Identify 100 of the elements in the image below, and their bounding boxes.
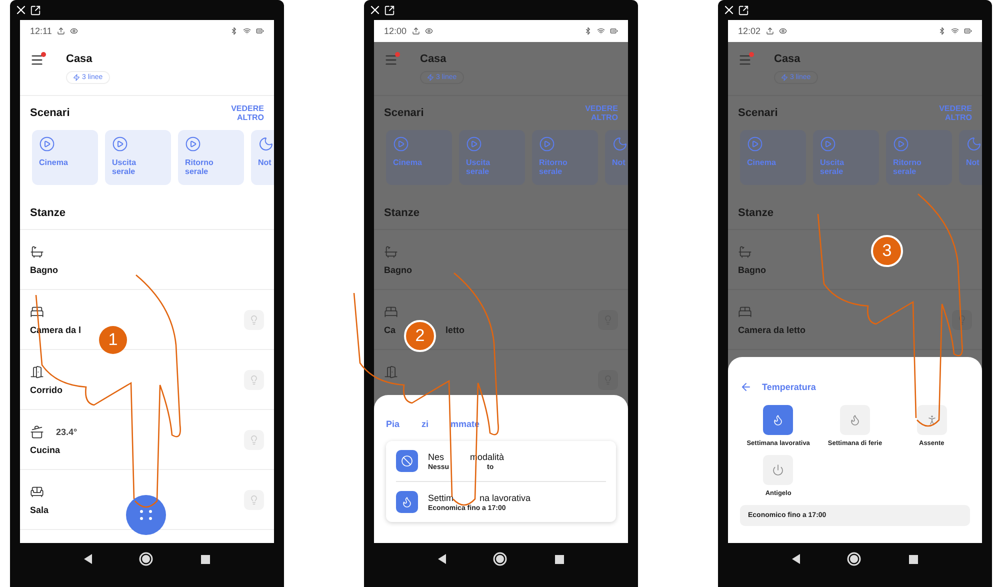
status-time: 12:02 (738, 26, 761, 36)
upload-icon (56, 27, 65, 35)
room-row[interactable]: Bagno (374, 230, 628, 290)
lightbulb-icon (249, 374, 259, 384)
moon-icon (612, 136, 628, 152)
bed-icon (384, 304, 398, 318)
bed-icon (30, 304, 44, 318)
room-name: Cucina (30, 444, 60, 454)
program-title: Settim (428, 492, 454, 502)
scenario-card[interactable]: Not (251, 130, 274, 185)
play-circle-icon (820, 136, 836, 152)
scenario-card[interactable]: Cinema (32, 130, 98, 185)
room-row[interactable]: Camera da letto (728, 290, 982, 350)
external-link-icon[interactable] (30, 4, 41, 16)
program-title: Nes (428, 452, 444, 462)
fab-button[interactable] (126, 495, 166, 535)
play-circle-icon (747, 136, 763, 152)
mode-tile[interactable] (916, 405, 947, 435)
recents-icon[interactable] (201, 554, 210, 564)
room-name: Bagno (738, 264, 766, 274)
scenario-card[interactable]: Ritorno serale (178, 130, 244, 185)
flame-icon (848, 414, 861, 426)
moon-icon (966, 136, 982, 152)
battery-icon (610, 27, 618, 35)
play-circle-icon (185, 136, 201, 152)
room-name: Bagno (30, 264, 58, 274)
lightbulb-icon (249, 434, 259, 444)
play-circle-icon (893, 136, 909, 152)
bluetooth-icon (938, 27, 946, 35)
home-icon[interactable] (139, 552, 154, 566)
close-icon[interactable] (722, 3, 736, 17)
bluetooth-icon (230, 27, 238, 35)
eye-icon (70, 27, 78, 35)
power-icon (772, 464, 784, 476)
see-more-link[interactable]: VEDERE ALTRO (224, 104, 264, 122)
play-circle-icon (539, 136, 555, 152)
play-circle-icon (39, 136, 55, 152)
temperature-reading: 23.4° (56, 426, 78, 436)
sheet-title: zi (422, 419, 429, 429)
wifi-icon (951, 27, 959, 35)
play-circle-icon (466, 136, 482, 152)
home-icon[interactable] (847, 552, 862, 566)
recents-icon[interactable] (555, 554, 564, 564)
sheet-title: Temperatura (762, 382, 816, 392)
wifi-icon (597, 27, 605, 35)
lightbulb-icon (249, 494, 259, 504)
home-title: Casa (66, 53, 94, 67)
sofa-icon (30, 484, 44, 498)
bed-icon (738, 304, 752, 318)
external-link-icon[interactable] (384, 4, 395, 16)
section-title: Stanze (30, 207, 66, 219)
flame-icon (401, 496, 413, 508)
room-row[interactable]: 23.4° Cucina (20, 410, 274, 470)
back-icon[interactable] (438, 554, 446, 564)
mode-tile[interactable] (763, 405, 794, 435)
flame-icon (772, 414, 784, 426)
close-icon[interactable] (14, 3, 28, 17)
back-arrow-icon[interactable] (740, 381, 752, 393)
recents-icon[interactable] (909, 554, 918, 564)
section-title: Scenari (738, 107, 778, 119)
bathtub-icon (738, 244, 752, 258)
wifi-icon (243, 27, 251, 35)
room-name: Camera da letto (738, 324, 806, 334)
status-time: 12:00 (384, 26, 407, 36)
program-title: na lavorativa (480, 492, 531, 502)
battery-icon (964, 27, 972, 35)
battery-icon (256, 27, 264, 35)
section-title: Stanze (384, 207, 420, 219)
play-circle-icon (393, 136, 409, 152)
room-name: Ca (384, 324, 396, 334)
room-name: Sala (30, 504, 49, 514)
section-title: Scenari (30, 107, 70, 119)
room-name: letto (446, 324, 465, 334)
close-icon[interactable] (368, 3, 382, 17)
bathtub-icon (384, 244, 398, 258)
back-icon[interactable] (792, 554, 800, 564)
bluetooth-icon (584, 27, 592, 35)
person-icon (926, 414, 938, 426)
room-row[interactable]: Bagno (20, 230, 274, 290)
room-row[interactable]: Corrido (20, 350, 274, 410)
back-icon[interactable] (84, 554, 92, 564)
mode-tile[interactable] (840, 405, 870, 435)
play-circle-icon (112, 136, 128, 152)
external-link-icon[interactable] (738, 4, 749, 16)
prohibited-icon (401, 455, 413, 467)
upload-icon (412, 27, 420, 35)
scenario-card[interactable]: Uscita serale (105, 130, 171, 185)
mode-tile[interactable] (763, 455, 794, 485)
bathtub-icon (30, 244, 44, 258)
door-icon (30, 364, 44, 378)
home-title: Casa (774, 53, 802, 67)
home-icon[interactable] (493, 552, 508, 566)
bolt-icon (781, 74, 788, 81)
cooking-pot-icon (30, 424, 44, 438)
menu-icon[interactable] (30, 53, 44, 67)
upload-icon (766, 27, 774, 35)
lightbulb-icon (957, 314, 967, 324)
eye-icon (424, 27, 433, 35)
room-name: Bagno (384, 264, 412, 274)
home-title: Casa (420, 53, 448, 67)
